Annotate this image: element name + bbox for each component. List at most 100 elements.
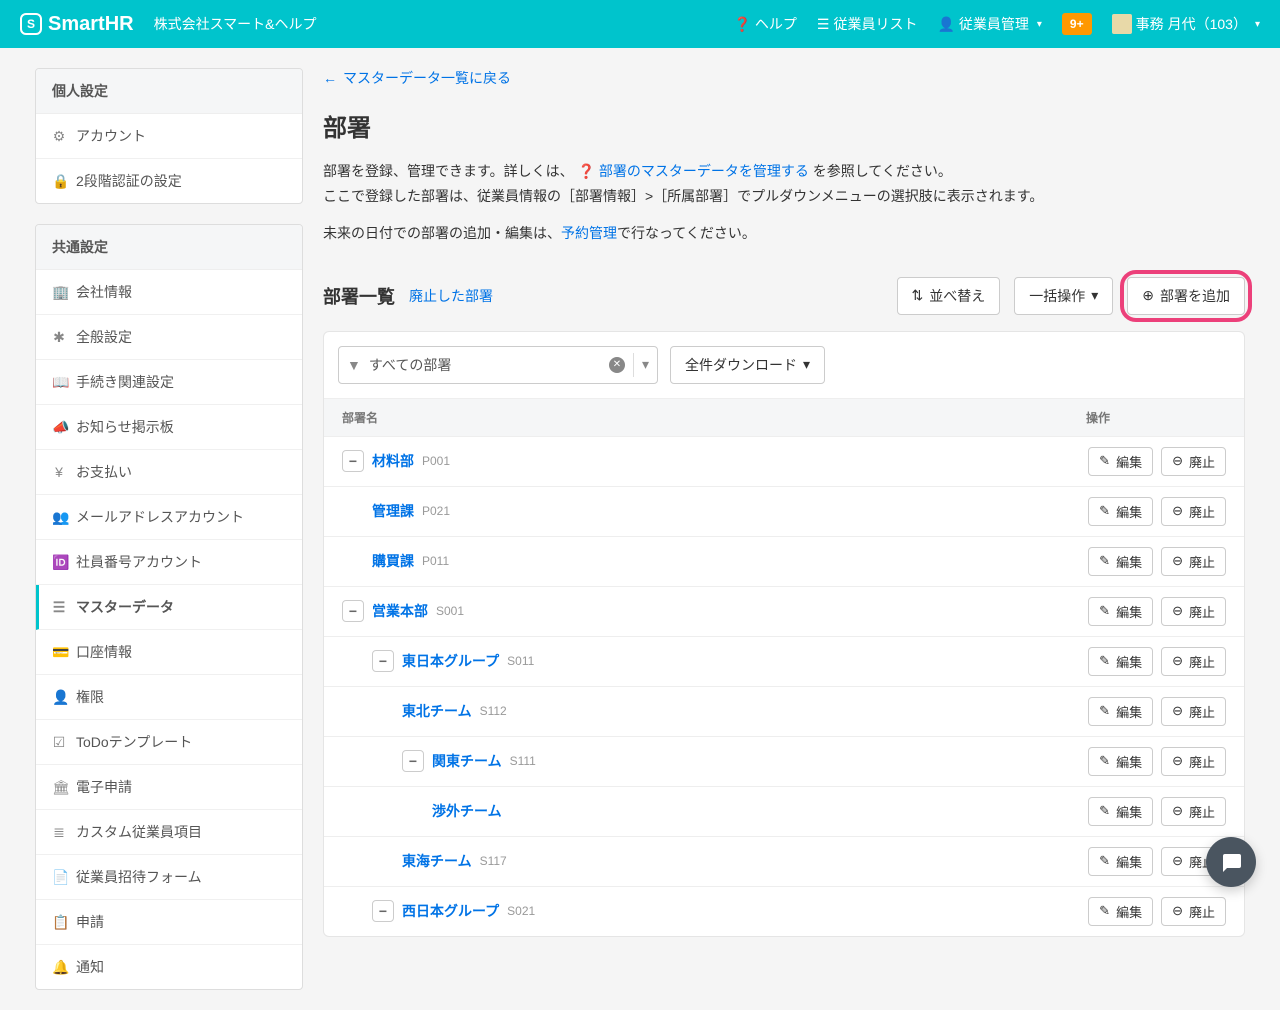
dept-name-link[interactable]: 材料部 [372, 451, 414, 471]
user-menu[interactable]: 事務 月代（103） [1112, 14, 1260, 34]
archive-button[interactable]: ⊖ 廃止 [1161, 797, 1226, 826]
sidebar-item-label: 社員番号アカウント [76, 552, 202, 572]
sidebar-item[interactable]: ☑ToDoテンプレート [36, 720, 302, 765]
dept-name-link[interactable]: 購買課 [372, 551, 414, 571]
company-name: 株式会社スマート&ヘルプ [154, 14, 317, 34]
sidebar-item[interactable]: 📄従業員招待フォーム [36, 855, 302, 900]
sidebar-item[interactable]: 💳口座情報 [36, 630, 302, 675]
dept-name-link[interactable]: 東日本グループ [402, 651, 499, 671]
collapse-toggle[interactable]: − [342, 600, 364, 622]
sidebar-item[interactable]: 👤権限 [36, 675, 302, 720]
sidebar-item[interactable]: ✱全般設定 [36, 315, 302, 360]
pencil-icon: ✎ [1099, 803, 1110, 819]
edit-button[interactable]: ✎ 編集 [1088, 847, 1153, 876]
bulk-action-button[interactable]: 一括操作▾ [1014, 277, 1113, 315]
chat-button[interactable] [1206, 837, 1256, 887]
archived-link[interactable]: 廃止した部署 [409, 286, 493, 306]
collapse-toggle[interactable]: − [372, 650, 394, 672]
download-button[interactable]: 全件ダウンロード▾ [670, 346, 825, 384]
sidebar-item-icon: 🔔 [52, 959, 66, 976]
sidebar-item-label: お知らせ掲示板 [76, 417, 174, 437]
archive-button[interactable]: ⊖ 廃止 [1161, 497, 1226, 526]
sidebar-item[interactable]: 🏛電子申請 [36, 765, 302, 810]
archive-button[interactable]: ⊖ 廃止 [1161, 697, 1226, 726]
sidebar-item[interactable]: ⚙アカウント [36, 114, 302, 159]
table-row: 管理課 P021 ✎ 編集 ⊖ 廃止 [324, 486, 1244, 536]
panel-header: 共通設定 [36, 225, 302, 270]
sidebar-item[interactable]: 📣お知らせ掲示板 [36, 405, 302, 450]
minus-circle-icon: ⊖ [1172, 903, 1183, 919]
table-header: 部署名 操作 [324, 398, 1244, 436]
edit-button[interactable]: ✎ 編集 [1088, 497, 1153, 526]
collapse-toggle[interactable]: − [342, 450, 364, 472]
archive-button[interactable]: ⊖ 廃止 [1161, 647, 1226, 676]
help-link[interactable]: ❓ヘルプ [733, 14, 796, 34]
clear-filter-icon[interactable]: ✕ [609, 357, 625, 373]
edit-button[interactable]: ✎ 編集 [1088, 647, 1153, 676]
edit-button[interactable]: ✎ 編集 [1088, 547, 1153, 576]
sidebar-item[interactable]: 📋申請 [36, 900, 302, 945]
sidebar-item-label: 権限 [76, 687, 104, 707]
sidebar-item-label: ToDoテンプレート [76, 732, 192, 752]
dept-name-link[interactable]: 西日本グループ [402, 901, 499, 921]
notification-badge[interactable]: 9+ [1062, 13, 1092, 35]
dept-code: S111 [510, 754, 536, 768]
edit-button[interactable]: ✎ 編集 [1088, 597, 1153, 626]
sidebar-item[interactable]: 👥メールアドレスアカウント [36, 495, 302, 540]
col-actions-header: 操作 [1086, 409, 1226, 426]
dept-code: P011 [422, 554, 449, 568]
product-name: SmartHR [48, 13, 134, 36]
archive-button[interactable]: ⊖ 廃止 [1161, 747, 1226, 776]
dept-name-link[interactable]: 渉外チーム [432, 801, 502, 821]
sidebar-item-icon: ¥ [52, 464, 66, 480]
dept-name-link[interactable]: 営業本部 [372, 601, 428, 621]
table-row: − 材料部 P001 ✎ 編集 ⊖ 廃止 [324, 436, 1244, 486]
collapse-toggle[interactable]: − [372, 900, 394, 922]
list-icon: ☰ [817, 16, 830, 33]
archive-button[interactable]: ⊖ 廃止 [1161, 547, 1226, 576]
collapse-toggle[interactable]: − [402, 750, 424, 772]
back-link[interactable]: ← マスターデータ一覧に戻る [323, 68, 511, 88]
person-icon: 👤 [937, 16, 954, 33]
sidebar-item-icon: ✱ [52, 329, 66, 346]
archive-button[interactable]: ⊖ 廃止 [1161, 447, 1226, 476]
edit-button[interactable]: ✎ 編集 [1088, 697, 1153, 726]
app-header: S SmartHR 株式会社スマート&ヘルプ ❓ヘルプ ☰従業員リスト 👤従業員… [0, 0, 1280, 48]
common-settings-panel: 共通設定 🏢会社情報✱全般設定📖手続き関連設定📣お知らせ掲示板¥お支払い👥メール… [35, 224, 303, 990]
dept-name-link[interactable]: 東海チーム [402, 851, 472, 871]
description-1: 部署を登録、管理できます。詳しくは、 ❓ 部署のマスターデータを管理する を参照… [323, 159, 1245, 209]
sidebar-item-icon: ≣ [52, 824, 66, 841]
edit-button[interactable]: ✎ 編集 [1088, 897, 1153, 926]
dept-name-link[interactable]: 管理課 [372, 501, 414, 521]
sidebar-item[interactable]: 🔔通知 [36, 945, 302, 989]
minus-circle-icon: ⊖ [1172, 703, 1183, 719]
pencil-icon: ✎ [1099, 853, 1110, 869]
pencil-icon: ✎ [1099, 753, 1110, 769]
archive-button[interactable]: ⊖ 廃止 [1161, 897, 1226, 926]
sidebar-item[interactable]: 🆔社員番号アカウント [36, 540, 302, 585]
help-doc-link[interactable]: ❓ 部署のマスターデータを管理する [578, 163, 809, 179]
sidebar-item[interactable]: 🏢会社情報 [36, 270, 302, 315]
add-department-button[interactable]: ⊕部署を追加 [1127, 277, 1245, 315]
filter-select[interactable]: ▼ すべての部署 ✕ ▾ [338, 346, 658, 384]
sidebar-item[interactable]: ≣カスタム従業員項目 [36, 810, 302, 855]
edit-button[interactable]: ✎ 編集 [1088, 447, 1153, 476]
sidebar-item[interactable]: 🔒2段階認証の設定 [36, 159, 302, 203]
dept-name-link[interactable]: 関東チーム [432, 751, 502, 771]
table-row: − 関東チーム S111 ✎ 編集 ⊖ 廃止 [324, 736, 1244, 786]
sidebar-item[interactable]: ¥お支払い [36, 450, 302, 495]
edit-button[interactable]: ✎ 編集 [1088, 747, 1153, 776]
sidebar-item[interactable]: 📖手続き関連設定 [36, 360, 302, 405]
logo[interactable]: S SmartHR [20, 13, 134, 36]
employee-mgmt-menu[interactable]: 👤従業員管理 [937, 14, 1041, 34]
table-row: 東海チーム S117 ✎ 編集 ⊖ 廃止 [324, 836, 1244, 886]
archive-button[interactable]: ⊖ 廃止 [1161, 597, 1226, 626]
dept-code: S112 [480, 704, 507, 718]
sort-button[interactable]: ⇅並べ替え [897, 277, 1001, 315]
reservation-link[interactable]: 予約管理 [561, 225, 617, 241]
pencil-icon: ✎ [1099, 453, 1110, 469]
sidebar-item[interactable]: ☰マスターデータ [36, 585, 302, 630]
edit-button[interactable]: ✎ 編集 [1088, 797, 1153, 826]
dept-name-link[interactable]: 東北チーム [402, 701, 472, 721]
employee-list-link[interactable]: ☰従業員リスト [817, 14, 918, 34]
